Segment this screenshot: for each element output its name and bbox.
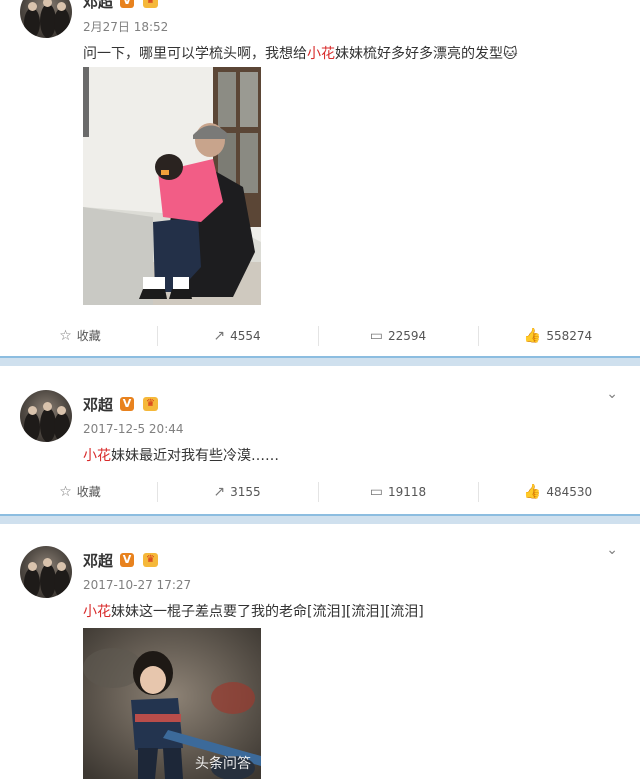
vip-crown-icon: ♛ [143,553,158,567]
comment-count: 19118 [388,485,427,499]
like-button[interactable]: 👍 484530 [478,472,638,512]
weibo-post-2: 邓超 V ♛ ⌄ 2017-12-5 20:44 小花妹妹最近对我有些冷漠…… … [0,366,640,514]
like-button[interactable]: 👍 558274 [478,316,638,356]
chevron-down-icon[interactable]: ⌄ [606,542,618,558]
comment-button[interactable]: ▭ 19118 [318,472,478,512]
weibo-post-1: 邓超 V ♛ 2月27日 18:52 问一下，哪里可以学梳头啊，我想给小花妹妹梳… [0,0,640,358]
like-count: 484530 [546,485,593,499]
avatar[interactable] [20,0,72,38]
username[interactable]: 邓超 [83,550,113,571]
repost-button[interactable]: ↗ 3155 [157,472,317,512]
verified-badge-icon: V [120,397,134,411]
mention-highlight[interactable]: 小花 [307,46,335,62]
favorite-button[interactable]: ☆ 收藏 [0,472,160,512]
avatar[interactable] [20,546,72,598]
action-bar: ☆ 收藏 ↗ 4554 ▭ 22594 👍 558274 [0,316,640,356]
post-text: 问一下，哪里可以学梳头啊，我想给小花妹妹梳好多好多漂亮的发型🐱 [83,43,518,63]
emoji-icon: 🐱 [503,46,518,62]
post-text: 小花妹妹最近对我有些冷漠…… [83,445,279,465]
verified-badge-icon: V [120,553,134,567]
post-text: 小花妹妹这一棍子差点要了我的老命[流泪][流泪][流泪] [83,601,424,621]
post-timestamp[interactable]: 2月27日 18:52 [83,18,168,35]
repost-icon: ↗ [213,328,226,344]
like-count: 558274 [546,329,593,343]
repost-count: 4554 [230,329,261,343]
repost-button[interactable]: ↗ 4554 [157,316,317,356]
feed-separator [0,356,640,366]
username[interactable]: 邓超 [83,0,113,12]
action-bar: ☆ 收藏 ↗ 3155 ▭ 19118 👍 484530 [0,472,640,512]
mention-highlight[interactable]: 小花 [83,604,111,620]
avatar[interactable] [20,390,72,442]
verified-badge-icon: V [120,0,134,8]
post-timestamp[interactable]: 2017-10-27 17:27 [83,578,191,592]
star-icon: ☆ [59,484,72,500]
vip-crown-icon: ♛ [143,397,158,411]
comment-button[interactable]: ▭ 22594 [318,316,478,356]
weibo-post-3: 邓超 V ♛ ⌄ 2017-10-27 17:27 小花妹妹这一棍子差点要了我的… [0,524,640,779]
thumbs-up-icon: 👍 [523,328,542,344]
feed-separator [0,514,640,524]
photo-content [83,67,261,305]
post-photo[interactable]: 头条问答 [83,628,261,779]
comment-count: 22594 [388,329,427,343]
watermark: 头条问答 [195,756,251,772]
vip-crown-icon: ♛ [143,0,158,8]
repost-count: 3155 [230,485,261,499]
username[interactable]: 邓超 [83,394,113,415]
post-text-part: 妹妹最近对我有些冷漠…… [111,448,279,464]
post-text-part: 妹妹梳好多好多漂亮的发型 [335,46,503,62]
post-photo[interactable] [83,67,261,305]
mention-highlight[interactable]: 小花 [83,448,111,464]
thumbs-up-icon: 👍 [523,484,542,500]
repost-icon: ↗ [213,484,226,500]
favorite-label: 收藏 [76,485,101,499]
chevron-down-icon[interactable]: ⌄ [606,386,618,402]
favorite-button[interactable]: ☆ 收藏 [0,316,160,356]
comment-icon: ▭ [369,484,384,500]
post-text-part: 妹妹这一棍子差点要了我的老命[流泪][流泪][流泪] [111,604,424,620]
favorite-label: 收藏 [76,329,101,343]
star-icon: ☆ [59,328,72,344]
post-timestamp[interactable]: 2017-12-5 20:44 [83,422,184,436]
post-text-part: 问一下，哪里可以学梳头啊，我想给 [83,46,307,62]
comment-icon: ▭ [369,328,384,344]
